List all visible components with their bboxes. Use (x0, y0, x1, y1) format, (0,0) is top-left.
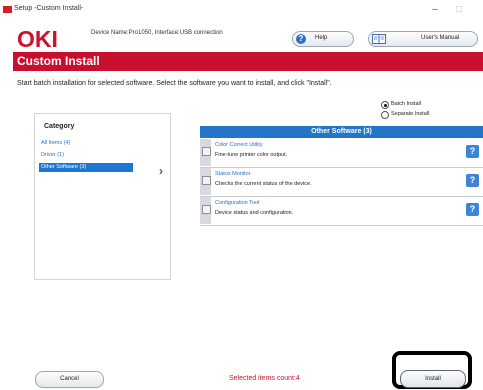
software-name[interactable]: Configuration Tool (215, 200, 259, 206)
page-banner: Custom Install (13, 52, 483, 71)
users-manual-label: User's Manual (421, 35, 460, 41)
category-item-driver[interactable]: Driver (1) (39, 151, 133, 160)
separate-install-label: Separate Install (391, 111, 430, 117)
checkbox-icon (202, 205, 211, 214)
install-button[interactable]: Install (400, 370, 466, 388)
maximize-button[interactable]: □ (448, 3, 470, 17)
app-icon (3, 6, 12, 13)
category-item-all-items[interactable]: All Items (4) (39, 139, 133, 148)
minimize-button[interactable]: – (424, 3, 446, 17)
page-title: Custom Install (17, 54, 100, 68)
help-icon[interactable]: ? (466, 145, 479, 158)
help-icon[interactable]: ? (466, 174, 479, 187)
software-item-color-correct-utility[interactable]: Color Correct Utility Fine-tune printer … (200, 139, 483, 168)
manual-book-icon (372, 34, 386, 44)
instructions-text: Start batch installation for selected so… (17, 80, 332, 87)
batch-install-label: Batch Install (391, 101, 421, 107)
help-icon: ? (296, 34, 306, 44)
software-item-status-monitor[interactable]: Status Monitor Checks the current status… (200, 168, 483, 197)
software-description: Fine-tune printer color output. (215, 152, 288, 158)
checkbox-icon (202, 147, 211, 156)
software-description: Checks the current status of the device. (215, 181, 312, 187)
help-icon[interactable]: ? (466, 203, 479, 216)
chevron-right-icon: › (159, 164, 163, 178)
oki-logo: OKI (17, 26, 58, 52)
software-item-configuration-tool[interactable]: Configuration Tool Device status and con… (200, 197, 483, 226)
category-heading: Category (44, 123, 75, 130)
checkbox-icon (202, 176, 211, 185)
separate-install-radio-dot (381, 111, 389, 119)
software-name[interactable]: Status Monitor (215, 171, 250, 177)
software-checkbox[interactable] (200, 139, 211, 166)
category-panel: Category All Items (4) Driver (1) Other … (34, 113, 171, 280)
device-info: Device Name:Pro1050, Interface:USB conne… (91, 30, 223, 36)
batch-install-radio-dot (381, 101, 389, 109)
title-bar: Setup -Custom Install- – □ (0, 0, 483, 22)
category-item-other-software[interactable]: Other Software (3) (39, 163, 133, 172)
help-button-label: Help (315, 35, 328, 41)
software-list-panel: Other Software (3) Color Correct Utility… (200, 126, 483, 230)
software-list-title: Other Software (3) (311, 128, 372, 135)
software-description: Device status and configuration. (215, 210, 294, 216)
cancel-button[interactable]: Cancel (35, 371, 104, 388)
software-checkbox[interactable] (200, 168, 211, 195)
users-manual-button[interactable]: User's Manual (368, 31, 478, 47)
help-button[interactable]: ? Help (292, 31, 354, 47)
window-title: Setup -Custom Install- (14, 5, 84, 12)
selected-items-count: Selected items count:4 (229, 375, 300, 382)
software-name[interactable]: Color Correct Utility (215, 142, 263, 148)
software-list-header: Other Software (3) (200, 126, 483, 138)
software-checkbox[interactable] (200, 197, 211, 224)
